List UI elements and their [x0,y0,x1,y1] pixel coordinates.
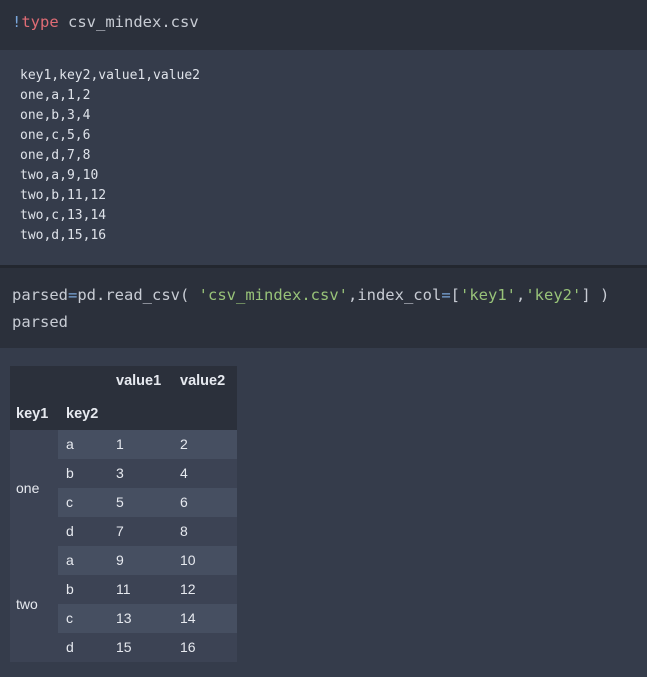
index-key2-cell: b [66,581,74,597]
key1-string: 'key1' [460,286,516,304]
index-key2-cell: c [66,610,73,626]
table-row: b 3 4 [58,459,237,488]
value1-cell: 3 [116,465,124,481]
csv-line: one,a,1,2 [20,88,91,103]
code-line-2: parsed [12,313,68,331]
list-open: [ [450,286,460,304]
read-csv-call: pd.read_csv( [77,286,199,304]
assign-operator: = [68,286,78,304]
column-header-value1: value1 [116,373,162,389]
list-comma: , [516,286,526,304]
value2-cell: 16 [180,639,196,655]
value1-cell: 5 [116,494,124,510]
csv-line: key1,key2,value1,value2 [20,68,201,83]
table-row: a 1 2 [58,430,237,459]
value2-cell: 10 [180,552,196,568]
value1-cell: 11 [116,581,131,597]
index-key2-cell: c [66,494,73,510]
value1-cell: 9 [116,552,124,568]
list-close: ] ) [581,286,610,304]
value1-cell: 13 [116,610,132,626]
csv-line: one,c,5,6 [20,128,91,143]
index-key1-label: two [16,596,38,612]
index-col-kwarg: ,index_col [347,286,442,304]
value2-cell: 8 [180,523,188,539]
csv-output: key1,key2,value1,value2 one,a,1,2 one,b,… [0,50,647,265]
index-key2-cell: b [66,465,74,481]
index-key2-cell: d [66,639,74,655]
shell-command: type [21,13,59,31]
path-string: 'csv_mindex.csv' [198,286,348,304]
value2-cell: 6 [180,494,188,510]
value2-cell: 14 [180,610,196,626]
key2-string: 'key2' [525,286,582,304]
value2-cell: 2 [180,436,188,452]
column-header-row: value1 value2 [10,366,237,398]
index-group-two: two [10,546,58,662]
table-row: d 15 16 [58,633,237,662]
value1-cell: 7 [116,523,124,539]
value1-cell: 1 [116,436,124,452]
kwarg-operator: = [441,286,451,304]
column-header-value2: value2 [180,373,226,389]
index-header-key1: key1 [16,406,49,422]
index-header-key2: key2 [66,406,99,422]
value2-cell: 4 [180,465,188,481]
index-key1-label: one [16,480,40,496]
index-group-one: one [10,430,58,546]
table-row: a 9 10 [58,546,237,575]
shell-argument: csv_mindex.csv [58,13,199,31]
csv-line: one,b,3,4 [20,108,91,123]
code-cell-read-csv[interactable]: parsed=pd.read_csv( 'csv_mindex.csv',ind… [0,268,647,348]
table-row: d 7 8 [58,517,237,546]
index-header-row: key1 key2 [10,398,237,430]
index-key2-cell: a [66,552,74,568]
csv-line: two,b,11,12 [20,188,107,203]
csv-line: two,c,13,14 [20,208,107,223]
table-row: c 5 6 [58,488,237,517]
code-cell-type-command[interactable]: !type csv_mindex.csv [0,0,647,50]
value1-cell: 15 [116,639,132,655]
index-key2-cell: d [66,523,74,539]
var-parsed: parsed [12,286,68,304]
table-row: b 11 12 [58,575,237,604]
table-row: c 13 14 [58,604,237,633]
index-key2-cell: a [66,436,74,452]
csv-line: two,d,15,16 [20,228,107,243]
csv-line: one,d,7,8 [20,148,91,163]
shell-bang: ! [12,13,22,31]
dataframe-output: value1 value2 key1 key2 one two a 1 2 b … [0,348,647,677]
csv-line: two,a,9,10 [20,168,99,183]
value2-cell: 12 [180,581,196,597]
code-line-1: parsed=pd.read_csv( 'csv_mindex.csv',ind… [12,282,647,309]
